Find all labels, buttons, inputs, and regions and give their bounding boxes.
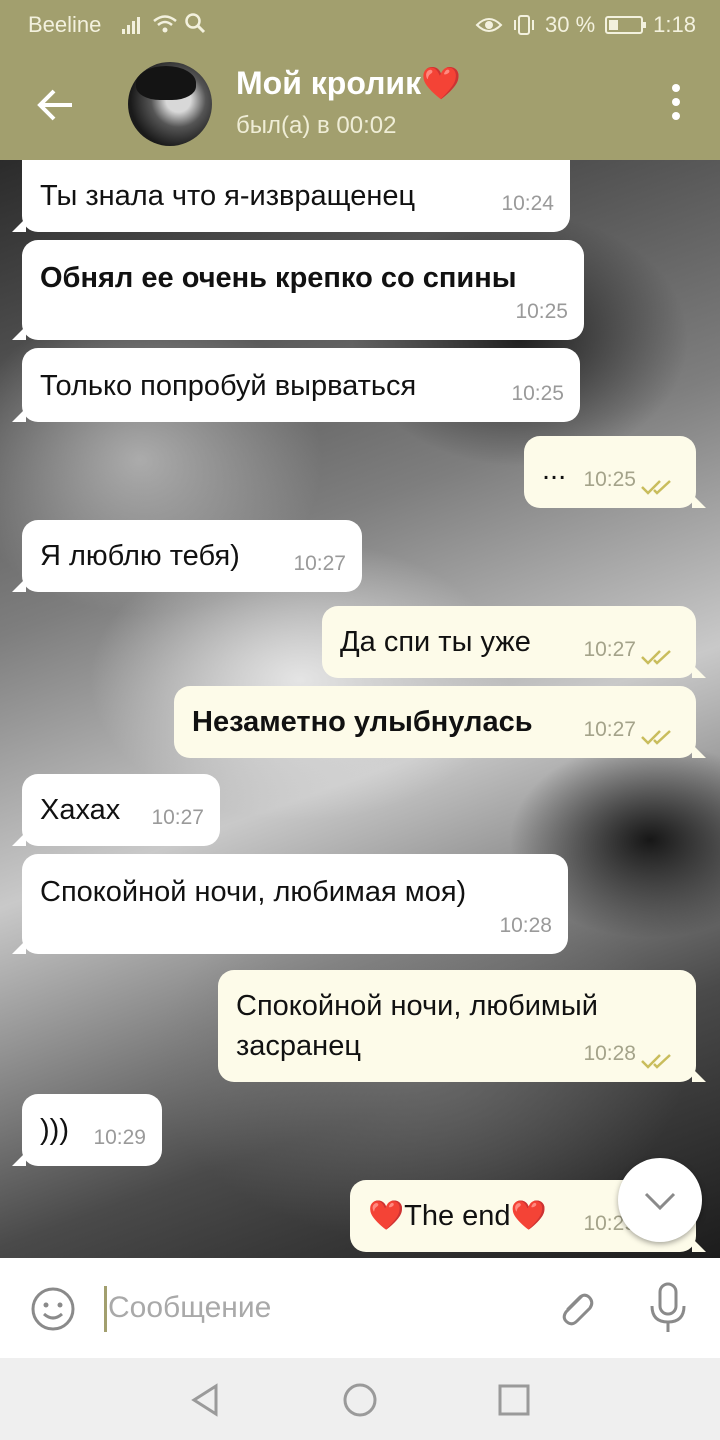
battery-icon [605, 16, 647, 34]
smiley-icon[interactable] [30, 1286, 76, 1332]
message-time: 10:27 [583, 718, 636, 741]
message-outgoing[interactable]: Спокойной ночи, любимый засранец 10:28 [218, 970, 706, 1082]
more-vertical-icon[interactable] [666, 84, 686, 128]
message-text-line-2: засранец [236, 1030, 361, 1062]
double-check-icon [641, 730, 671, 745]
message-time: 10:28 [499, 914, 552, 937]
message-text: Незаметно улыбнулась [192, 706, 533, 738]
message-text: Да спи ты уже [340, 626, 531, 658]
nav-back-icon[interactable] [186, 1380, 226, 1420]
message-text: Обнял ее очень крепко со спины [40, 262, 517, 294]
scroll-down-button[interactable] [618, 1158, 702, 1242]
last-seen-status: был(а) в 00:02 [236, 112, 397, 139]
message-incoming[interactable]: Я люблю тебя) 10:27 [12, 520, 362, 592]
message-time: 10:24 [501, 192, 554, 215]
message-text: ... [542, 454, 567, 486]
arrow-left-icon[interactable] [30, 80, 80, 130]
contact-name[interactable]: Мой кролик❤️ [236, 64, 461, 102]
message-time: 10:25 [583, 468, 636, 491]
message-text: ❤️The end❤️ [368, 1200, 547, 1232]
battery-percent: 30 % [545, 12, 596, 37]
nav-home-icon[interactable] [340, 1380, 380, 1420]
status-right: 30 % 1:18 [475, 12, 696, 38]
system-nav-bar [0, 1358, 720, 1440]
message-input[interactable] [108, 1280, 528, 1336]
message-time: 10:27 [293, 552, 346, 575]
message-time: 10:27 [583, 638, 636, 661]
avatar[interactable] [128, 62, 212, 146]
message-outgoing[interactable]: Да спи ты уже 10:27 [322, 606, 706, 678]
double-check-icon [641, 650, 671, 665]
message-outgoing[interactable]: ... 10:25 [524, 436, 706, 508]
message-time: 10:27 [151, 806, 204, 829]
search-icon [185, 13, 206, 34]
message-text: Ты знала что я-извращенец [40, 180, 416, 212]
clock: 1:18 [653, 12, 696, 37]
status-bar: Beeline 30 % 1:18 [0, 0, 720, 48]
message-time: 10:29 [93, 1126, 146, 1149]
message-text: ))) [40, 1114, 69, 1146]
message-incoming[interactable]: Спокойной ночи, любимая моя) 10:28 [12, 854, 568, 954]
message-incoming[interactable]: Только попробуй вырваться 10:25 [12, 348, 580, 422]
message-time: 10:25 [515, 300, 568, 323]
message-incoming[interactable]: Обнял ее очень крепко со спины 10:25 [12, 240, 584, 340]
message-text: Спокойной ночи, любимая моя) [40, 876, 467, 908]
message-text-line-1: Спокойной ночи, любимый [236, 990, 598, 1022]
message-incoming[interactable]: Ты знала что я-извращенец 10:24 [12, 160, 570, 232]
message-time: 10:28 [583, 1042, 636, 1065]
chat-area[interactable]: Ты знала что я-извращенец 10:24 Обнял ее… [0, 160, 720, 1258]
wifi-icon [153, 15, 177, 33]
text-cursor [104, 1286, 107, 1332]
message-composer [0, 1258, 720, 1358]
chat-header: Мой кролик❤️ был(а) в 00:02 [0, 48, 720, 160]
signal-wifi-search-icons [122, 12, 206, 40]
carrier-name: Beeline [28, 12, 102, 37]
message-time: 10:25 [511, 382, 564, 405]
message-text: Хахах [40, 794, 121, 826]
vibrate-icon [514, 15, 535, 35]
message-incoming[interactable]: ))) 10:29 [12, 1094, 162, 1166]
double-check-icon [641, 480, 671, 495]
signal-icon [122, 14, 140, 34]
chevron-down-icon [644, 1192, 676, 1211]
eye-icon [475, 18, 503, 32]
double-check-icon [641, 1054, 671, 1069]
microphone-icon[interactable] [646, 1282, 690, 1334]
nav-recents-icon[interactable] [494, 1380, 534, 1420]
paperclip-icon[interactable] [552, 1284, 600, 1332]
message-text: Только попробуй вырваться [40, 370, 417, 402]
message-outgoing[interactable]: Незаметно улыбнулась 10:27 [174, 686, 706, 758]
message-incoming[interactable]: Хахах 10:27 [12, 774, 220, 846]
message-text: Я люблю тебя) [40, 540, 240, 572]
